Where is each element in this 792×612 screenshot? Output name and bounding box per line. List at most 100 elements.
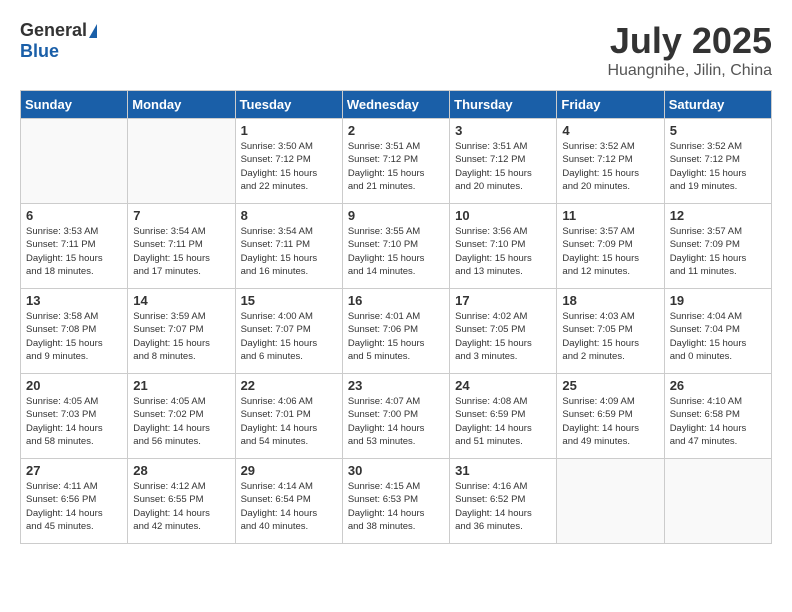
calendar-table: SundayMondayTuesdayWednesdayThursdayFrid…: [20, 90, 772, 544]
day-info: Sunrise: 3:54 AM Sunset: 7:11 PM Dayligh…: [241, 225, 337, 278]
day-number: 31: [455, 463, 551, 478]
calendar-title: July 2025: [607, 20, 772, 62]
day-info: Sunrise: 3:59 AM Sunset: 7:07 PM Dayligh…: [133, 310, 229, 363]
calendar-cell: 26 Sunrise: 4:10 AM Sunset: 6:58 PM Dayli…: [664, 374, 771, 459]
calendar-cell: 3 Sunrise: 3:51 AM Sunset: 7:12 PM Daylig…: [450, 119, 557, 204]
calendar-cell: 7 Sunrise: 3:54 AM Sunset: 7:11 PM Daylig…: [128, 204, 235, 289]
calendar-cell: [21, 119, 128, 204]
calendar-cell: 10Sunrise: 3:56 AM Sunset: 7:10 PM Dayli…: [450, 204, 557, 289]
calendar-cell: 6 Sunrise: 3:53 AM Sunset: 7:11 PM Daylig…: [21, 204, 128, 289]
day-header-sunday: Sunday: [21, 91, 128, 119]
day-info: Sunrise: 3:55 AM Sunset: 7:10 PM Dayligh…: [348, 225, 444, 278]
day-info: Sunrise: 4:05 AM Sunset: 7:02 PM Dayligh…: [133, 395, 229, 448]
calendar-cell: 21 Sunrise: 4:05 AM Sunset: 7:02 PM Dayli…: [128, 374, 235, 459]
calendar-cell: 15Sunrise: 4:00 AM Sunset: 7:07 PM Dayli…: [235, 289, 342, 374]
day-header-saturday: Saturday: [664, 91, 771, 119]
calendar-cell: 25Sunrise: 4:09 AM Sunset: 6:59 PM Dayli…: [557, 374, 664, 459]
day-info: Sunrise: 3:52 AM Sunset: 7:12 PM Dayligh…: [562, 140, 658, 193]
logo-blue-text: Blue: [20, 41, 59, 62]
calendar-cell: 13 Sunrise: 3:58 AM Sunset: 7:08 PM Dayli…: [21, 289, 128, 374]
day-number: 4: [562, 123, 658, 138]
title-block: July 2025 Huangnihe, Jilin, China: [607, 20, 772, 80]
week-row-3: 13 Sunrise: 3:58 AM Sunset: 7:08 PM Dayli…: [21, 289, 772, 374]
calendar-cell: 5 Sunrise: 3:52 AM Sunset: 7:12 PM Daylig…: [664, 119, 771, 204]
calendar-cell: 31 Sunrise: 4:16 AM Sunset: 6:52 PM Dayli…: [450, 459, 557, 544]
day-number: 27: [26, 463, 122, 478]
day-info: Sunrise: 4:10 AM Sunset: 6:58 PM Dayligh…: [670, 395, 766, 448]
calendar-cell: 23 Sunrise: 4:07 AM Sunset: 7:00 PM Dayli…: [342, 374, 449, 459]
day-number: 12: [670, 208, 766, 223]
day-info: Sunrise: 4:09 AM Sunset: 6:59 PM Dayligh…: [562, 395, 658, 448]
calendar-cell: 12 Sunrise: 3:57 AM Sunset: 7:09 PM Dayli…: [664, 204, 771, 289]
calendar-cell: 16Sunrise: 4:01 AM Sunset: 7:06 PM Dayli…: [342, 289, 449, 374]
day-number: 2: [348, 123, 444, 138]
day-number: 22: [241, 378, 337, 393]
day-number: 5: [670, 123, 766, 138]
day-info: Sunrise: 3:51 AM Sunset: 7:12 PM Dayligh…: [455, 140, 551, 193]
calendar-cell: 14 Sunrise: 3:59 AM Sunset: 7:07 PM Dayli…: [128, 289, 235, 374]
day-number: 24: [455, 378, 551, 393]
week-row-1: 1Sunrise: 3:50 AM Sunset: 7:12 PM Daylig…: [21, 119, 772, 204]
day-number: 14: [133, 293, 229, 308]
day-number: 17: [455, 293, 551, 308]
calendar-cell: [128, 119, 235, 204]
day-info: Sunrise: 3:50 AM Sunset: 7:12 PM Dayligh…: [241, 140, 337, 193]
day-number: 19: [670, 293, 766, 308]
calendar-cell: 8 Sunrise: 3:54 AM Sunset: 7:11 PM Daylig…: [235, 204, 342, 289]
calendar-cell: [557, 459, 664, 544]
calendar-location: Huangnihe, Jilin, China: [607, 62, 772, 80]
calendar-cell: 30Sunrise: 4:15 AM Sunset: 6:53 PM Dayli…: [342, 459, 449, 544]
day-number: 28: [133, 463, 229, 478]
day-number: 3: [455, 123, 551, 138]
calendar-cell: [664, 459, 771, 544]
day-info: Sunrise: 4:05 AM Sunset: 7:03 PM Dayligh…: [26, 395, 122, 448]
day-number: 11: [562, 208, 658, 223]
day-number: 21: [133, 378, 229, 393]
calendar-cell: 1Sunrise: 3:50 AM Sunset: 7:12 PM Daylig…: [235, 119, 342, 204]
week-row-5: 27Sunrise: 4:11 AM Sunset: 6:56 PM Dayli…: [21, 459, 772, 544]
day-info: Sunrise: 4:16 AM Sunset: 6:52 PM Dayligh…: [455, 480, 551, 533]
day-number: 18: [562, 293, 658, 308]
day-number: 15: [241, 293, 337, 308]
calendar-cell: 20 Sunrise: 4:05 AM Sunset: 7:03 PM Dayli…: [21, 374, 128, 459]
day-info: Sunrise: 4:14 AM Sunset: 6:54 PM Dayligh…: [241, 480, 337, 533]
day-number: 9: [348, 208, 444, 223]
day-number: 8: [241, 208, 337, 223]
calendar-cell: 9 Sunrise: 3:55 AM Sunset: 7:10 PM Daylig…: [342, 204, 449, 289]
week-row-2: 6 Sunrise: 3:53 AM Sunset: 7:11 PM Daylig…: [21, 204, 772, 289]
day-number: 26: [670, 378, 766, 393]
day-info: Sunrise: 3:57 AM Sunset: 7:09 PM Dayligh…: [562, 225, 658, 278]
day-number: 23: [348, 378, 444, 393]
day-info: Sunrise: 4:12 AM Sunset: 6:55 PM Dayligh…: [133, 480, 229, 533]
day-number: 20: [26, 378, 122, 393]
calendar-cell: 29 Sunrise: 4:14 AM Sunset: 6:54 PM Dayli…: [235, 459, 342, 544]
day-info: Sunrise: 4:01 AM Sunset: 7:06 PM Dayligh…: [348, 310, 444, 363]
day-info: Sunrise: 4:07 AM Sunset: 7:00 PM Dayligh…: [348, 395, 444, 448]
day-info: Sunrise: 4:03 AM Sunset: 7:05 PM Dayligh…: [562, 310, 658, 363]
day-info: Sunrise: 3:54 AM Sunset: 7:11 PM Dayligh…: [133, 225, 229, 278]
calendar-cell: 2Sunrise: 3:51 AM Sunset: 7:12 PM Daylig…: [342, 119, 449, 204]
day-info: Sunrise: 3:56 AM Sunset: 7:10 PM Dayligh…: [455, 225, 551, 278]
logo-icon: [89, 24, 97, 38]
calendar-header-row: SundayMondayTuesdayWednesdayThursdayFrid…: [21, 91, 772, 119]
day-header-thursday: Thursday: [450, 91, 557, 119]
day-number: 7: [133, 208, 229, 223]
day-info: Sunrise: 3:58 AM Sunset: 7:08 PM Dayligh…: [26, 310, 122, 363]
day-info: Sunrise: 4:04 AM Sunset: 7:04 PM Dayligh…: [670, 310, 766, 363]
logo: General Blue: [20, 20, 97, 62]
day-info: Sunrise: 3:57 AM Sunset: 7:09 PM Dayligh…: [670, 225, 766, 278]
logo-general-text: General: [20, 20, 87, 41]
day-number: 29: [241, 463, 337, 478]
day-number: 6: [26, 208, 122, 223]
week-row-4: 20 Sunrise: 4:05 AM Sunset: 7:03 PM Dayli…: [21, 374, 772, 459]
day-info: Sunrise: 4:08 AM Sunset: 6:59 PM Dayligh…: [455, 395, 551, 448]
day-header-monday: Monday: [128, 91, 235, 119]
calendar-cell: 28 Sunrise: 4:12 AM Sunset: 6:55 PM Dayli…: [128, 459, 235, 544]
day-info: Sunrise: 4:15 AM Sunset: 6:53 PM Dayligh…: [348, 480, 444, 533]
calendar-cell: 11 Sunrise: 3:57 AM Sunset: 7:09 PM Dayli…: [557, 204, 664, 289]
day-info: Sunrise: 3:53 AM Sunset: 7:11 PM Dayligh…: [26, 225, 122, 278]
day-number: 13: [26, 293, 122, 308]
day-info: Sunrise: 4:06 AM Sunset: 7:01 PM Dayligh…: [241, 395, 337, 448]
day-info: Sunrise: 3:52 AM Sunset: 7:12 PM Dayligh…: [670, 140, 766, 193]
calendar-cell: 19 Sunrise: 4:04 AM Sunset: 7:04 PM Dayli…: [664, 289, 771, 374]
